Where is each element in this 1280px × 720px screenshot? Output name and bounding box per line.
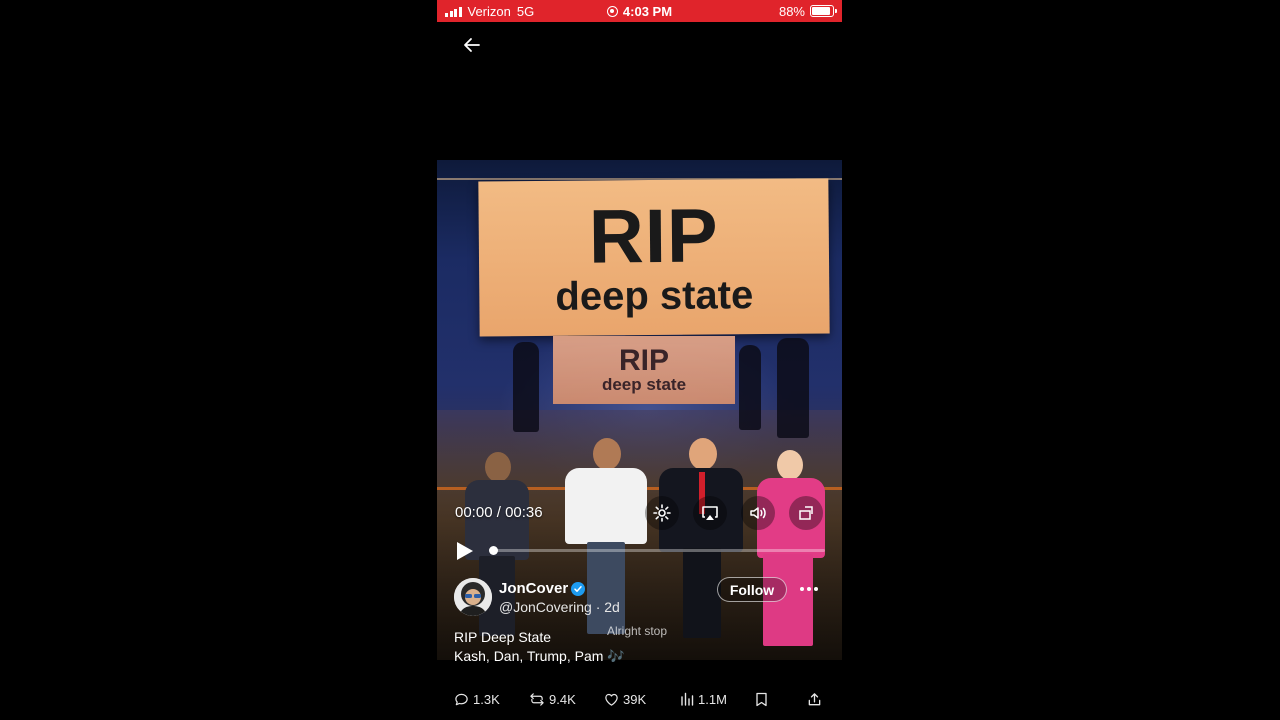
signal-icon (445, 6, 462, 17)
views-button[interactable]: 1.1M (680, 688, 727, 710)
avatar[interactable] (454, 578, 492, 616)
reply-count: 1.3K (473, 691, 500, 707)
banner-main: RIP deep state (478, 178, 830, 337)
author-handle[interactable]: @JonCovering (499, 599, 592, 615)
time-separator: / (492, 504, 506, 521)
fullscreen-button[interactable] (789, 496, 823, 530)
banner-back-title: RIP (618, 344, 669, 377)
view-count: 1.1M (698, 691, 727, 707)
status-bar: Verizon 5G 4:03 PM 88% (437, 0, 842, 22)
settings-button[interactable] (645, 496, 679, 530)
back-button[interactable] (459, 32, 485, 58)
current-time: 00:00 (455, 504, 493, 521)
volume-button[interactable] (741, 496, 775, 530)
video-progress-bar[interactable] (489, 546, 825, 555)
status-bar-left: Verizon 5G (445, 4, 585, 19)
verified-badge-icon (571, 582, 585, 596)
play-icon (457, 542, 473, 560)
more-dot-icon (807, 587, 811, 591)
banner-main-subtitle: deep state (555, 272, 754, 319)
repost-icon (530, 692, 544, 706)
share-button[interactable] (807, 688, 822, 710)
bookmark-button[interactable] (755, 688, 768, 710)
like-button[interactable]: 39K (604, 688, 646, 710)
background-dancer (777, 338, 809, 438)
tweet-text: RIP Deep State Kash, Dan, Trump, Pam 🎶 (454, 628, 625, 666)
battery-fill (812, 7, 830, 15)
banner-back: RIP deep state (553, 336, 735, 404)
reply-button[interactable]: 1.3K (454, 688, 500, 710)
background-dancer (513, 342, 539, 432)
rotate-fullscreen-icon (799, 506, 813, 520)
post-age: · 2d (591, 599, 620, 615)
more-options-button[interactable] (797, 580, 821, 598)
more-dot-icon (814, 587, 818, 591)
airplay-icon (702, 506, 718, 520)
battery-percent: 88% (778, 3, 805, 19)
reply-icon (455, 693, 468, 705)
analytics-icon (681, 692, 694, 706)
follow-button[interactable]: Follow (717, 577, 787, 602)
repost-button[interactable]: 9.4K (529, 688, 576, 710)
screen-record-icon (606, 5, 618, 17)
arrow-left-icon (464, 38, 480, 52)
background-dancer (739, 345, 761, 430)
banner-back-subtitle: deep state (601, 375, 687, 394)
repost-count: 9.4K (549, 691, 576, 707)
more-dot-icon (800, 587, 804, 591)
progress-scrubber[interactable] (489, 546, 498, 555)
banner-main-title: RIP (588, 192, 720, 280)
tweet-line-1: RIP Deep State (454, 629, 552, 645)
clock-label: 4:03 PM (622, 3, 673, 19)
author-name[interactable]: JonCover (499, 580, 568, 597)
carrier-label: Verizon (467, 3, 511, 19)
battery-icon (810, 5, 837, 17)
phone-screen: Verizon 5G 4:03 PM 88% RIP deep state RI (437, 0, 842, 720)
status-bar-right: 88% (694, 3, 837, 19)
video-time: 00:00 / 00:36 (455, 504, 543, 521)
gear-icon (653, 504, 671, 522)
avatar-image (454, 578, 492, 616)
speaker-icon (750, 507, 766, 519)
share-icon (808, 692, 821, 705)
author-handle-row: @JonCovering · 2d (499, 599, 620, 615)
duration: 00:36 (505, 504, 543, 521)
bookmark-icon (756, 692, 767, 706)
like-count: 39K (623, 691, 647, 707)
play-button[interactable] (453, 540, 475, 562)
heart-icon (605, 693, 618, 706)
status-bar-center: 4:03 PM (585, 4, 694, 19)
airplay-button[interactable] (693, 496, 727, 530)
action-bar: 1.3K 9.4K 39K 1.1M (437, 688, 842, 712)
network-label: 5G (516, 3, 535, 19)
tweet-line-2: Kash, Dan, Trump, Pam 🎶 (454, 648, 625, 664)
